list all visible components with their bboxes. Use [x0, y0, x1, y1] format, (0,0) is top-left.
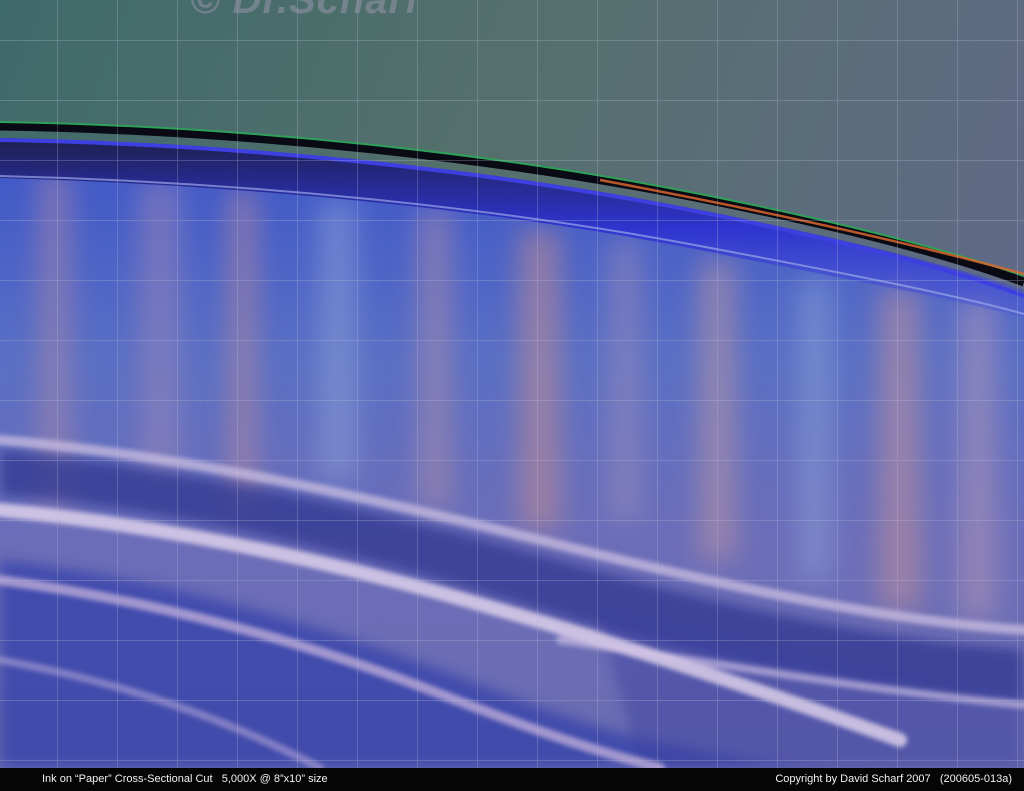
caption-description: Ink on “Paper” Cross-Sectional Cut 5,000…: [42, 773, 328, 785]
watermark-text: © Dr.Scharf: [190, 0, 420, 22]
caption-copyright: Copyright by David Scharf 2007 (200605-0…: [775, 773, 1012, 785]
micrograph-image: © Dr.Scharf: [0, 0, 1024, 768]
micrograph-frame: © Dr.Scharf Ink on “Paper” Cross-Section…: [0, 0, 1024, 791]
caption-bar: Ink on “Paper” Cross-Sectional Cut 5,000…: [0, 768, 1024, 791]
